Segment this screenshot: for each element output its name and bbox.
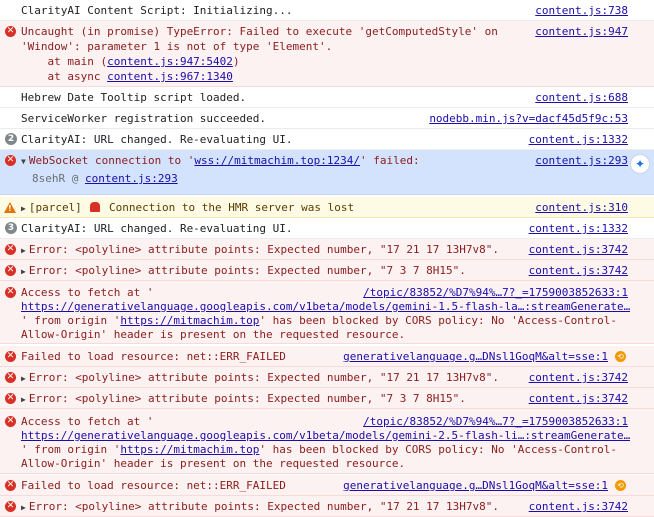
message-text: ▶ Error: <polyline> attribute points: Exp… <box>21 370 499 385</box>
message-text: ▶ Error: <polyline> attribute points: Exp… <box>21 242 499 257</box>
stack-frame-suffix: ) <box>232 55 240 68</box>
message-body: Error: <polyline> attribute points: Expe… <box>28 392 466 405</box>
console-error-selected[interactable]: ✕ ▼ WebSocket connection to 'wss://mitmac… <box>0 150 654 195</box>
message-text: ClarityAI Content Script: Initializing..… <box>21 4 293 17</box>
expand-triangle-icon[interactable]: ▶ <box>21 201 26 215</box>
source-link[interactable]: content.js:3742 <box>529 370 628 385</box>
console-warning[interactable]: ! ▶ [parcel] Connection to the HMR server… <box>0 197 654 218</box>
message-text: Uncaught (in promise) TypeError: Failed … <box>21 25 498 38</box>
stack-frame: at main (content.js:947:5402) <box>21 54 240 69</box>
message-body: Error: <polyline> attribute points: Expe… <box>28 243 500 256</box>
console-message[interactable]: ClarityAI Content Script: Initializing..… <box>0 0 654 21</box>
message-text: Hebrew Date Tooltip script loaded. <box>21 91 247 104</box>
message-body: Error: <polyline> attribute points: Expe… <box>28 500 500 513</box>
request-url-link[interactable]: https://generativelanguage.googleapis.co… <box>21 299 630 314</box>
expand-triangle-icon[interactable]: ▶ <box>21 243 26 257</box>
source-link[interactable]: generativelanguage.g…DNsl1GoqM&alt=sse:1 <box>343 349 608 364</box>
console-message[interactable]: ServiceWorker registration succeeded. no… <box>0 108 654 129</box>
message-text-cont: 'Window': parameter 1 is not of type 'El… <box>21 40 333 53</box>
stack-detail: 8sehR @ content.js:293 <box>32 171 178 186</box>
message-text: ▶ Error: <polyline> attribute points: Exp… <box>21 499 499 514</box>
message-text-cont: Allow-Origin' header is present on the r… <box>21 328 406 341</box>
source-link[interactable]: content.js:1332 <box>529 221 628 236</box>
source-link[interactable]: content.js:1332 <box>529 132 628 147</box>
message-suffix: ' failed: <box>359 154 420 167</box>
message-body: Error: <polyline> attribute points: Expe… <box>28 264 466 277</box>
message-suffix: Connection to the HMR server was lost <box>102 201 355 214</box>
source-link[interactable]: generativelanguage.g…DNsl1GoqM&alt=sse:1 <box>343 478 608 493</box>
stack-detail-link[interactable]: content.js:293 <box>85 172 178 185</box>
network-request-icon[interactable]: ⟲ <box>615 480 626 491</box>
stack-detail-prefix: 8sehR @ <box>32 172 85 185</box>
source-link[interactable]: content.js:310 <box>535 200 628 215</box>
source-link[interactable]: nodebb.min.js?v=dacf45d5f9c:53 <box>429 111 628 126</box>
origin-link[interactable]: https://mitmachim.top <box>120 443 259 456</box>
expand-triangle-icon[interactable]: ▶ <box>21 500 26 514</box>
message-text: ClarityAI: URL changed. Re-evaluating UI… <box>21 222 293 235</box>
message-text: ServiceWorker registration succeeded. <box>21 112 267 125</box>
source-link[interactable]: content.js:738 <box>535 3 628 18</box>
message-text-cont: ' from origin 'https://mitmachim.top' ha… <box>21 313 617 328</box>
console-error[interactable]: ✕ ▶ Error: <polyline> attribute points: E… <box>0 367 654 388</box>
message-text-cont: ' from origin 'https://mitmachim.top' ha… <box>21 442 617 457</box>
stack-frame-link[interactable]: content.js:947:5402 <box>107 55 233 68</box>
source-link[interactable]: content.js:3742 <box>529 242 628 257</box>
message-text: Failed to load resource: net::ERR_FAILED <box>21 350 286 363</box>
message-text: ▶ [parcel] Connection to the HMR server w… <box>21 200 354 215</box>
message-prefix: [parcel] <box>28 201 89 214</box>
message-prefix: ' from origin ' <box>21 314 121 327</box>
source-link[interactable]: content.js:3742 <box>529 391 628 406</box>
console-panel: ClarityAI Content Script: Initializing..… <box>0 0 654 517</box>
source-link[interactable]: /topic/83852/%D7%94%…7?_=1759003852633:1 <box>363 414 628 429</box>
message-text: Access to fetch at ' <box>21 415 154 428</box>
console-error[interactable]: ✕ Failed to load resource: net::ERR_FAIL… <box>0 475 654 496</box>
expand-triangle-icon[interactable]: ▶ <box>21 392 26 406</box>
console-error[interactable]: ✕ ▶ Error: <polyline> attribute points: E… <box>0 239 654 260</box>
message-text: Access to fetch at ' <box>21 286 154 299</box>
request-url-link[interactable]: https://generativelanguage.googleapis.co… <box>21 428 630 443</box>
alarm-bell-icon <box>90 202 101 212</box>
ai-insight-icon[interactable]: ✦ <box>630 154 650 174</box>
console-message[interactable]: 2 ClarityAI: URL changed. Re-evaluating … <box>0 129 654 150</box>
message-text: ▼ WebSocket connection to 'wss://mitmachi… <box>21 153 420 168</box>
source-link[interactable]: /topic/83852/%D7%94%…7?_=1759003852633:1 <box>363 285 628 300</box>
console-error[interactable]: ✕ Failed to load resource: net::ERR_FAIL… <box>0 346 654 367</box>
console-error[interactable]: ✕ ▶ Error: <polyline> attribute points: E… <box>0 388 654 409</box>
message-suffix: ' has been blocked by CORS policy: No 'A… <box>259 443 618 456</box>
console-error[interactable]: ✕ ▶ Error: <polyline> attribute points: E… <box>0 260 654 281</box>
stack-frame-link[interactable]: content.js:967:1340 <box>107 70 233 83</box>
expand-triangle-icon[interactable]: ▶ <box>21 371 26 385</box>
origin-link[interactable]: https://mitmachim.top <box>120 314 259 327</box>
stack-frame: at async content.js:967:1340 <box>21 69 233 84</box>
source-link[interactable]: content.js:3742 <box>529 263 628 278</box>
console-error[interactable]: ✕ Uncaught (in promise) TypeError: Faile… <box>0 21 654 87</box>
stack-frame-prefix: at async <box>21 70 108 83</box>
expand-triangle-icon[interactable]: ▼ <box>21 154 26 168</box>
message-suffix: ' has been blocked by CORS policy: No 'A… <box>259 314 618 327</box>
source-link[interactable]: content.js:3742 <box>529 499 628 514</box>
message-text: ClarityAI: URL changed. Re-evaluating UI… <box>21 133 293 146</box>
console-message[interactable]: 3 ClarityAI: URL changed. Re-evaluating … <box>0 218 654 239</box>
message-prefix: ' from origin ' <box>21 443 121 456</box>
console-message[interactable]: Hebrew Date Tooltip script loaded. conte… <box>0 87 654 108</box>
expand-triangle-icon[interactable]: ▶ <box>21 264 26 278</box>
message-text: ▶ Error: <polyline> attribute points: Exp… <box>21 391 466 406</box>
stack-frame-prefix: at main ( <box>21 55 108 68</box>
message-prefix: WebSocket connection to ' <box>28 154 195 167</box>
message-text: ▶ Error: <polyline> attribute points: Exp… <box>21 263 466 278</box>
message-body: Error: <polyline> attribute points: Expe… <box>28 371 500 384</box>
console-error[interactable]: ✕ ▶ Error: <polyline> attribute points: E… <box>0 496 654 517</box>
message-text: Failed to load resource: net::ERR_FAILED <box>21 479 286 492</box>
message-text-cont: Allow-Origin' header is present on the r… <box>21 457 406 470</box>
source-link[interactable]: content.js:293 <box>535 153 628 168</box>
console-error[interactable]: ✕ Access to fetch at ' /topic/83852/%D7%… <box>0 409 654 474</box>
network-request-icon[interactable]: ⟲ <box>615 351 626 362</box>
source-link[interactable]: content.js:947 <box>535 24 628 39</box>
websocket-url-link[interactable]: wss://mitmachim.top:1234/ <box>194 154 360 167</box>
source-link[interactable]: content.js:688 <box>535 90 628 105</box>
console-error[interactable]: ✕ Access to fetch at ' /topic/83852/%D7%… <box>0 281 654 344</box>
